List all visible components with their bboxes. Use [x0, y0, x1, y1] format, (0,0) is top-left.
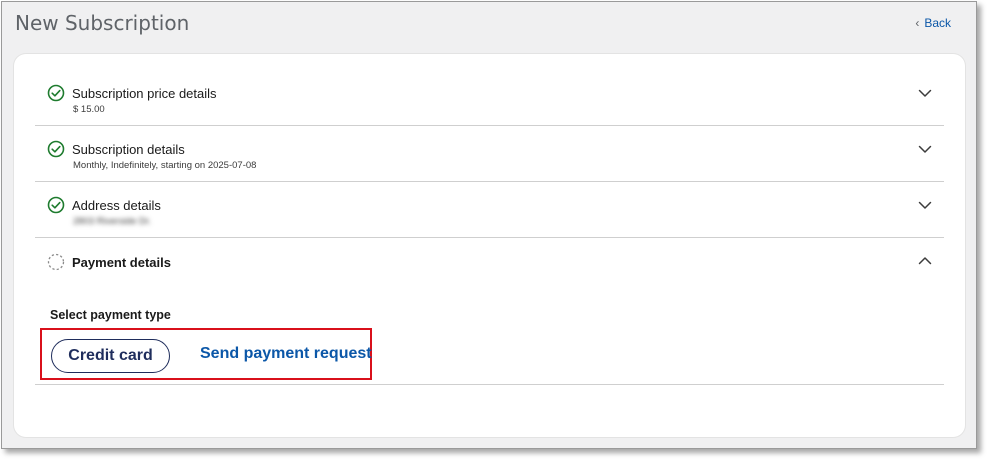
- section-subtitle: $ 15.00: [73, 104, 105, 115]
- divider: [35, 384, 944, 385]
- section-subscription-details[interactable]: Subscription details Monthly, Indefinite…: [35, 126, 944, 182]
- pending-circle-icon: [47, 253, 65, 271]
- chevron-up-icon[interactable]: [918, 254, 932, 268]
- back-link-label: Back: [924, 16, 951, 30]
- section-address-details[interactable]: Address details 2803 Riverside Dr.: [35, 182, 944, 238]
- chevron-down-icon[interactable]: [918, 142, 932, 156]
- back-link[interactable]: ‹ Back: [915, 16, 951, 30]
- section-title: Payment details: [72, 255, 171, 270]
- send-payment-request-button[interactable]: Send payment request: [200, 345, 372, 363]
- check-circle-icon: [47, 196, 65, 214]
- section-title: Address details: [72, 198, 161, 213]
- credit-card-button[interactable]: Credit card: [51, 339, 170, 373]
- section-subtitle: Monthly, Indefinitely, starting on 2025-…: [73, 160, 257, 171]
- check-circle-icon: [47, 140, 65, 158]
- address-subtitle-redacted: 2803 Riverside Dr.: [73, 216, 152, 227]
- chevron-down-icon[interactable]: [918, 198, 932, 212]
- section-title: Subscription details: [72, 142, 185, 157]
- app-window: New Subscription ‹ Back Subscription pri…: [1, 1, 977, 449]
- chevron-down-icon[interactable]: [918, 86, 932, 100]
- section-payment-details[interactable]: Payment details: [35, 238, 944, 288]
- chevron-left-icon: ‹: [915, 16, 920, 30]
- section-price-details[interactable]: Subscription price details $ 15.00: [35, 64, 944, 126]
- select-payment-type-label: Select payment type: [50, 308, 171, 322]
- check-circle-icon: [47, 84, 65, 102]
- subscription-card: Subscription price details $ 15.00 Subsc…: [14, 54, 965, 437]
- page-title: New Subscription: [15, 11, 190, 35]
- section-title: Subscription price details: [72, 86, 217, 101]
